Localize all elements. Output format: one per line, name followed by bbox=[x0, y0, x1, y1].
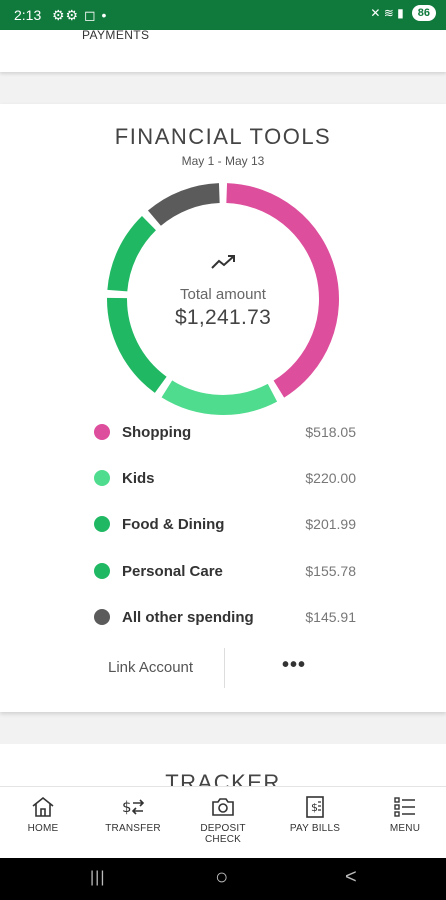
tracker-card[interactable]: TRACKER bbox=[0, 744, 446, 795]
status-bar: 2:13 ⚙⚙ ◻ • ✕ ≋ ▮ 86 bbox=[0, 0, 446, 30]
bill-icon: $ bbox=[306, 796, 324, 818]
nav-home[interactable]: HOME bbox=[3, 795, 83, 834]
legend-item-kids[interactable]: Kids $220.00 bbox=[94, 466, 356, 490]
total-amount-value: $1,241.73 bbox=[174, 306, 272, 329]
home-icon bbox=[32, 796, 54, 817]
legend-amount: $201.99 bbox=[305, 516, 356, 532]
legend-item-other-spending[interactable]: All other spending $145.91 bbox=[94, 605, 356, 629]
legend-label: Food & Dining bbox=[122, 516, 225, 533]
nav-pay-bills[interactable]: $ PAY BILLS bbox=[275, 795, 355, 834]
link-account-button[interactable]: Link Account bbox=[108, 659, 193, 676]
legend-item-food-dining[interactable]: Food & Dining $201.99 bbox=[94, 512, 356, 536]
financial-tools-card: FINANCIAL TOOLS May 1 - May 13 Total amo… bbox=[0, 104, 446, 712]
payments-card[interactable]: PAYMENTS bbox=[0, 28, 446, 72]
donut-segment-other-spending[interactable] bbox=[147, 183, 220, 226]
more-options-icon[interactable]: ••• bbox=[282, 654, 306, 677]
legend-dot bbox=[94, 470, 110, 486]
nav-label: MENU bbox=[389, 823, 421, 834]
back-button[interactable]: < bbox=[345, 866, 357, 889]
bottom-nav: HOME $ TRANSFER DEPOSIT CHECK $ PAY BILL… bbox=[0, 786, 446, 859]
status-right: ✕ ≋ ▮ 86 bbox=[370, 5, 436, 21]
trend-up-icon bbox=[211, 255, 235, 269]
battery-icon: 86 bbox=[411, 5, 436, 21]
legend-item-shopping[interactable]: Shopping $518.05 bbox=[94, 420, 356, 444]
nav-transfer[interactable]: $ TRANSFER bbox=[93, 795, 173, 834]
home-button[interactable]: ○ bbox=[215, 864, 228, 890]
legend-label: Kids bbox=[122, 470, 155, 487]
legend-dot bbox=[94, 516, 110, 532]
legend-label: Personal Care bbox=[122, 563, 223, 580]
menu-list-icon bbox=[394, 797, 415, 817]
nav-label: DEPOSIT CHECK bbox=[200, 823, 246, 845]
legend-dot bbox=[94, 424, 110, 440]
donut-segment-personal-care[interactable] bbox=[107, 215, 157, 292]
signal-wifi-icons: ✕ ≋ ▮ bbox=[370, 6, 404, 20]
nav-label: PAY BILLS bbox=[289, 823, 341, 834]
nav-label: TRANSFER bbox=[105, 823, 161, 834]
system-nav-bar: ||| ○ < bbox=[0, 858, 446, 900]
payments-label: PAYMENTS bbox=[82, 28, 150, 42]
legend-amount: $518.05 bbox=[305, 424, 356, 440]
card-title: FINANCIAL TOOLS bbox=[114, 124, 332, 149]
nav-deposit-check[interactable]: DEPOSIT CHECK bbox=[183, 795, 263, 845]
recents-button[interactable]: ||| bbox=[90, 869, 105, 887]
status-time: 2:13 bbox=[14, 7, 42, 23]
transfer-icon: $ bbox=[122, 798, 145, 816]
divider bbox=[224, 648, 225, 688]
date-range: May 1 - May 13 bbox=[181, 154, 265, 168]
total-amount-label: Total amount bbox=[180, 286, 266, 303]
legend-dot bbox=[94, 563, 110, 579]
notification-icons: ⚙⚙ ◻ • bbox=[52, 7, 108, 23]
legend-amount: $145.91 bbox=[305, 609, 356, 625]
legend-label: All other spending bbox=[122, 609, 254, 626]
donut-segment-kids[interactable] bbox=[161, 380, 278, 415]
legend-amount: $220.00 bbox=[305, 470, 356, 486]
svg-text:$: $ bbox=[311, 801, 318, 814]
legend-label: Shopping bbox=[122, 424, 192, 441]
legend-item-personal-care[interactable]: Personal Care $155.78 bbox=[94, 559, 356, 583]
nav-menu[interactable]: MENU bbox=[365, 795, 445, 834]
nav-label: HOME bbox=[27, 823, 59, 834]
legend-dot bbox=[94, 609, 110, 625]
legend-amount: $155.78 bbox=[305, 563, 356, 579]
camera-icon bbox=[212, 798, 234, 816]
svg-text:$: $ bbox=[122, 798, 132, 816]
